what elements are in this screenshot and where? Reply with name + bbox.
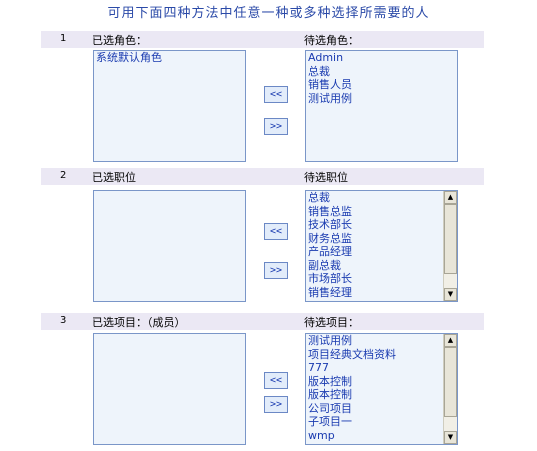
section-number: 1 (60, 33, 67, 44)
section-number: 3 (60, 315, 67, 326)
scroll-down-arrow-icon[interactable]: ▼ (444, 288, 457, 301)
list-option[interactable]: 副总裁 (306, 259, 457, 273)
list-option[interactable]: 公司项目 (306, 402, 457, 416)
selected-positions-list[interactable] (93, 190, 246, 302)
available-positions-label: 待选职位 (304, 171, 348, 184)
remove-position-button[interactable]: >> (264, 262, 288, 279)
list-option[interactable]: 产品经理 (306, 245, 457, 259)
list-option[interactable]: 市场部长 (306, 272, 457, 286)
positions-scrollbar[interactable]: ▲ ▼ (443, 191, 457, 301)
scroll-up-arrow-icon[interactable]: ▲ (444, 191, 457, 204)
list-option[interactable]: 版本控制 (306, 375, 457, 389)
add-role-button[interactable]: << (264, 86, 288, 103)
section-3-header: 3 已选项目：（成员） 待选项目： (41, 313, 484, 330)
remove-role-button[interactable]: >> (264, 118, 288, 135)
available-roles-label: 待选角色： (304, 34, 359, 47)
list-option[interactable]: Admin (306, 51, 457, 65)
list-option[interactable]: 财务总监 (306, 232, 457, 246)
add-project-button[interactable]: << (264, 372, 288, 389)
list-option[interactable]: 测试用例 (306, 92, 457, 106)
available-projects-list[interactable]: 测试用例 项目经典文档资料 777 版本控制 版本控制 公司项目 子项目一 wm… (305, 333, 458, 445)
list-option[interactable]: wmp (306, 429, 457, 443)
selected-projects-label: 已选项目：（成员） (92, 316, 186, 329)
list-option[interactable]: 777 (306, 361, 457, 375)
projects-scrollbar[interactable]: ▲ ▼ (443, 334, 457, 444)
page-title: 可用下面四种方法中任意一种或多种选择所需要的人 (107, 6, 430, 21)
remove-project-button[interactable]: >> (264, 396, 288, 413)
list-option[interactable]: 子项目一 (306, 415, 457, 429)
list-option[interactable]: 总裁 (306, 191, 457, 205)
list-option[interactable]: 版本控制 (306, 388, 457, 402)
available-roles-list[interactable]: Admin 总裁 销售人员 测试用例 (305, 50, 458, 162)
list-option[interactable]: 销售经理 (306, 286, 457, 300)
list-option[interactable]: 技术部长 (306, 218, 457, 232)
selected-roles-list[interactable]: 系统默认角色 (93, 50, 246, 162)
list-option[interactable]: 测试用例 (306, 334, 457, 348)
section-2-header: 2 已选职位 待选职位 (41, 168, 484, 185)
list-option[interactable]: 项目经典文档资料 (306, 348, 457, 362)
selected-roles-label: 已选角色： (92, 34, 147, 47)
section-number: 2 (60, 170, 67, 181)
list-option[interactable]: 销售人员 (306, 78, 457, 92)
scroll-down-arrow-icon[interactable]: ▼ (444, 431, 457, 444)
section-1-header: 1 已选角色： 待选角色： (41, 31, 484, 48)
add-position-button[interactable]: << (264, 223, 288, 240)
list-option[interactable]: 销售总监 (306, 205, 457, 219)
list-option[interactable]: 总裁 (306, 65, 457, 79)
list-option[interactable]: 系统默认角色 (94, 51, 245, 65)
scroll-thumb[interactable] (444, 204, 457, 274)
selected-projects-list[interactable] (93, 333, 246, 445)
available-positions-list[interactable]: 总裁 销售总监 技术部长 财务总监 产品经理 副总裁 市场部长 销售经理 ▲ ▼ (305, 190, 458, 302)
available-projects-label: 待选项目： (304, 316, 359, 329)
selected-positions-label: 已选职位 (92, 171, 136, 184)
scroll-up-arrow-icon[interactable]: ▲ (444, 334, 457, 347)
scroll-thumb[interactable] (444, 347, 457, 417)
